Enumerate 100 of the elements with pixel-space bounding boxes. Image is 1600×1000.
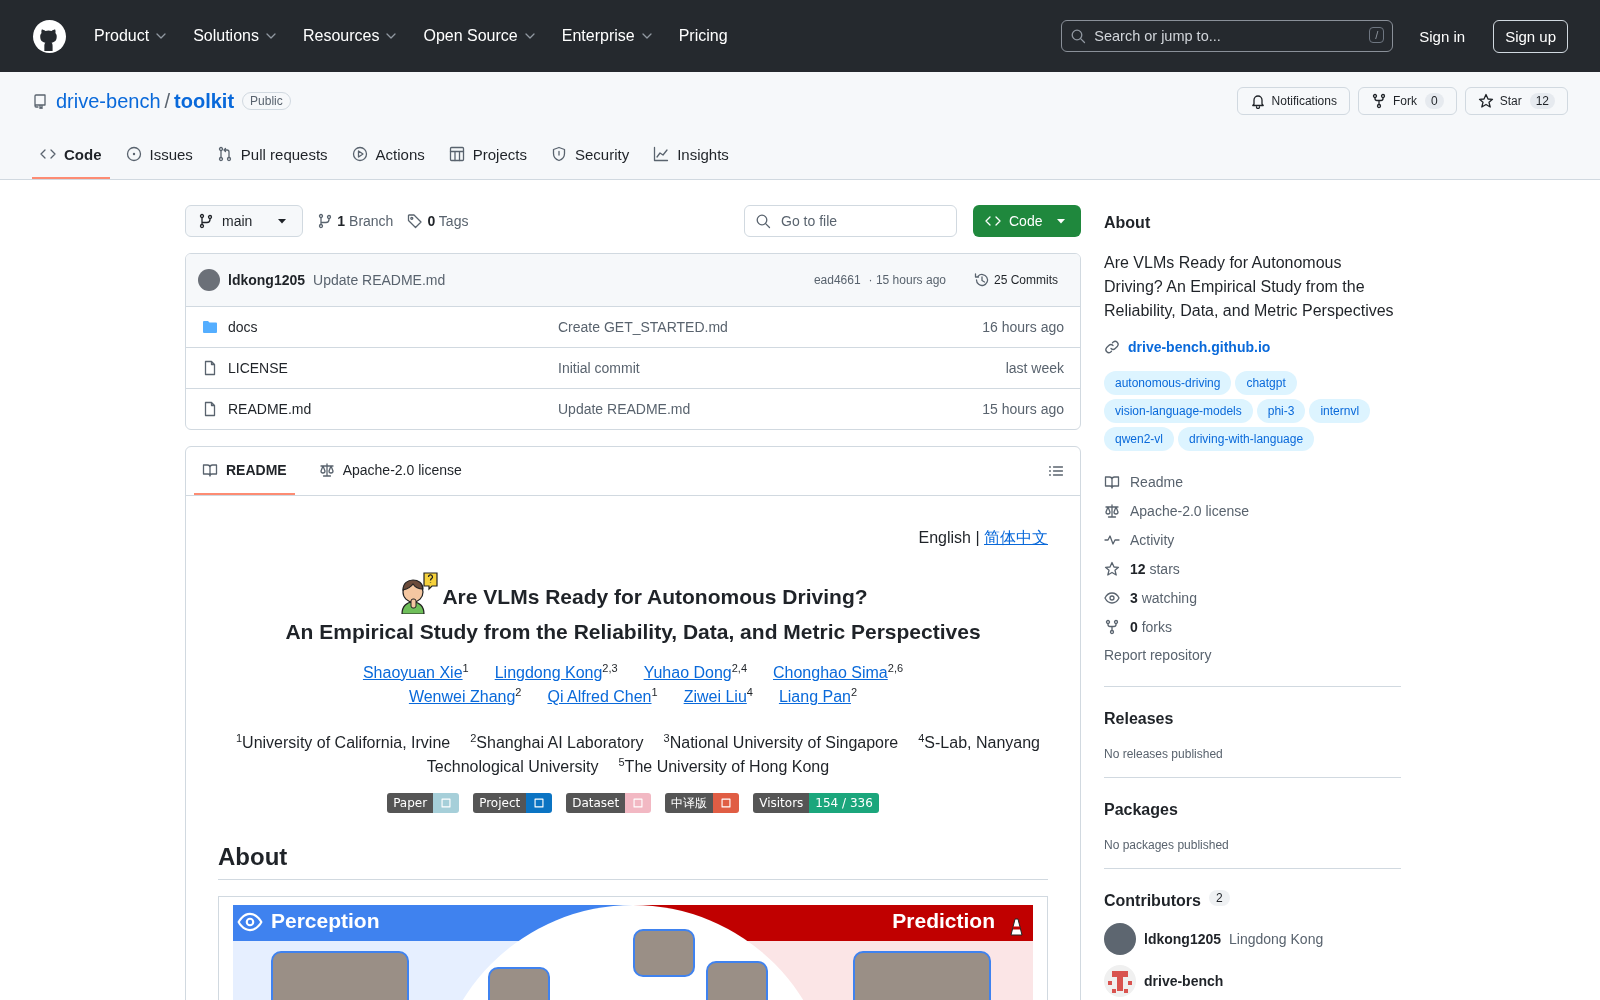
- repo-tab[interactable]: Issues: [117, 131, 201, 179]
- section-heading: Releases: [1104, 709, 1175, 729]
- commit-hash[interactable]: ead4661: [813, 273, 861, 287]
- affiliation-mark: 1: [651, 685, 658, 698]
- folder-icon: [202, 319, 218, 335]
- repo-tab[interactable]: Pull requests: [208, 131, 336, 179]
- topic-tag[interactable]: internvl: [1309, 399, 1371, 423]
- affiliation-mark: 4: [746, 685, 753, 698]
- author-link[interactable]: Liang Pan: [778, 688, 851, 705]
- commit-message[interactable]: Update README.md: [313, 272, 446, 288]
- repo-tab[interactable]: Insights: [645, 131, 737, 179]
- badge[interactable]: Visitors 154 / 336: [753, 793, 879, 813]
- language-link[interactable]: 简体中文: [984, 529, 1048, 546]
- author-link[interactable]: Yuhao Dong: [643, 664, 732, 681]
- author-link[interactable]: Chonghao Sima: [773, 664, 888, 681]
- nav-menu-item[interactable]: Resources: [296, 23, 406, 49]
- empty-note: No packages published: [1104, 838, 1230, 852]
- contributor-login[interactable]: drive-bench: [1144, 973, 1224, 989]
- tags-count: 0 Tags: [427, 213, 469, 229]
- file-name[interactable]: docs: [228, 319, 258, 335]
- file-name[interactable]: LICENSE: [228, 360, 288, 376]
- author-link[interactable]: Lingdong Kong: [494, 664, 603, 681]
- repo-icon: [32, 93, 48, 109]
- broken-image-icon: [719, 796, 734, 810]
- fork-button[interactable]: Fork 0: [1357, 87, 1457, 115]
- branch-icon: [317, 213, 334, 229]
- affiliation-mark: 2: [850, 685, 858, 698]
- language-label: English |: [918, 529, 981, 546]
- topic-tag[interactable]: driving-with-language: [1178, 427, 1315, 451]
- sidebar-link[interactable]: 3 watching: [1104, 583, 1401, 612]
- link-icon: [1104, 339, 1120, 355]
- go-to-file-field[interactable]: Go to file: [744, 205, 957, 237]
- author-link[interactable]: Qi Alfred Chen: [547, 688, 652, 705]
- notifications-button[interactable]: Notifications: [1236, 87, 1350, 115]
- sidebar-link[interactable]: Readme: [1104, 467, 1401, 496]
- readme-tab[interactable]: README: [194, 447, 295, 495]
- badge-value: 154 / 336: [809, 793, 879, 813]
- issue-icon: [125, 146, 142, 162]
- topic-tag[interactable]: phi-3: [1256, 399, 1306, 423]
- nav-menu-item[interactable]: Pricing: [672, 23, 734, 49]
- branch-selector[interactable]: main: [185, 205, 304, 237]
- sidebar-link[interactable]: 12 stars: [1104, 554, 1401, 583]
- sign-up-button[interactable]: Sign up: [1493, 19, 1568, 53]
- repo-description: Are VLMs Ready for Autonomous Driving? An Empirical Study from the Reliability, Data, and Metric Perspectives: [1104, 253, 1395, 321]
- nav-menu-item[interactable]: Solutions: [187, 23, 285, 49]
- logo-icon[interactable]: [33, 19, 66, 53]
- repo-name-link[interactable]: toolkit: [174, 89, 235, 113]
- nav-menu-item[interactable]: Enterprise: [555, 23, 661, 49]
- graph-icon: [653, 146, 670, 162]
- website-link[interactable]: drive-bench.github.io: [1104, 339, 1401, 355]
- repo-tab[interactable]: Projects: [440, 131, 535, 179]
- affiliation-mark: 2,6: [887, 661, 904, 674]
- nav-menu-item[interactable]: Open Source: [417, 23, 544, 49]
- book-icon: [1104, 473, 1120, 490]
- topic-tag[interactable]: chatgpt: [1235, 371, 1297, 395]
- author-link[interactable]: Shaoyuan Xie: [362, 664, 463, 681]
- file-icon: [202, 360, 218, 376]
- bell-icon: [1249, 93, 1266, 109]
- table-icon: [448, 146, 465, 162]
- owner-link[interactable]: drive-bench: [56, 89, 161, 113]
- author-link[interactable]: Wenwei Zhang: [408, 688, 516, 705]
- report-link[interactable]: Report repository: [1104, 641, 1401, 670]
- commit-author[interactable]: ldkong1205: [228, 272, 306, 288]
- nav-menu-item[interactable]: Product: [88, 23, 176, 49]
- topic-tag[interactable]: vision-language-models: [1104, 399, 1253, 423]
- shortcut-key: /: [1369, 27, 1385, 43]
- sign-in-link[interactable]: Sign in: [1419, 27, 1466, 45]
- commit-message[interactable]: Initial commit: [558, 360, 640, 376]
- broken-image-icon: [532, 796, 547, 810]
- outline-icon: [1048, 463, 1064, 479]
- counter: 12: [1529, 93, 1555, 109]
- repo-tab[interactable]: Code: [32, 131, 110, 179]
- topic-tag[interactable]: autonomous-driving: [1104, 371, 1232, 395]
- code-button[interactable]: Code: [973, 205, 1081, 237]
- file-name[interactable]: README.md: [228, 401, 312, 417]
- author-link[interactable]: Ziwei Liu: [683, 688, 747, 705]
- sidebar-link[interactable]: 0 forks: [1104, 612, 1401, 641]
- repo-tab[interactable]: Actions: [343, 131, 433, 179]
- path-separator: /: [164, 89, 171, 113]
- branches-link[interactable]: 1 Branch: [317, 213, 394, 229]
- star-button[interactable]: Star 12: [1464, 87, 1568, 115]
- section-heading: Contributors: [1104, 891, 1201, 911]
- commit-time: last week: [1005, 360, 1064, 376]
- contributor-name: Lingdong Kong: [1229, 931, 1324, 947]
- repo-tab[interactable]: Security: [542, 131, 638, 179]
- file-icon: [202, 401, 218, 417]
- play-icon: [351, 146, 368, 162]
- topic-tag[interactable]: qwen2-vl: [1104, 427, 1175, 451]
- contributor-login[interactable]: ldkong1205: [1144, 931, 1222, 947]
- readme-tab[interactable]: Apache-2.0 license: [310, 447, 470, 495]
- tags-link[interactable]: 0 Tags: [407, 213, 469, 229]
- commits-link[interactable]: 25 Commits: [968, 271, 1064, 289]
- commit-message[interactable]: Update README.md: [558, 401, 691, 417]
- sidebar-link[interactable]: Activity: [1104, 525, 1401, 554]
- book-icon: [202, 462, 218, 478]
- commit-message[interactable]: Create GET_STARTED.md: [558, 319, 728, 335]
- branch-icon: [198, 213, 214, 229]
- thinking-person-icon: [398, 572, 439, 614]
- sidebar-link[interactable]: Apache-2.0 license: [1104, 496, 1401, 525]
- affiliation-mark: 1: [462, 661, 469, 674]
